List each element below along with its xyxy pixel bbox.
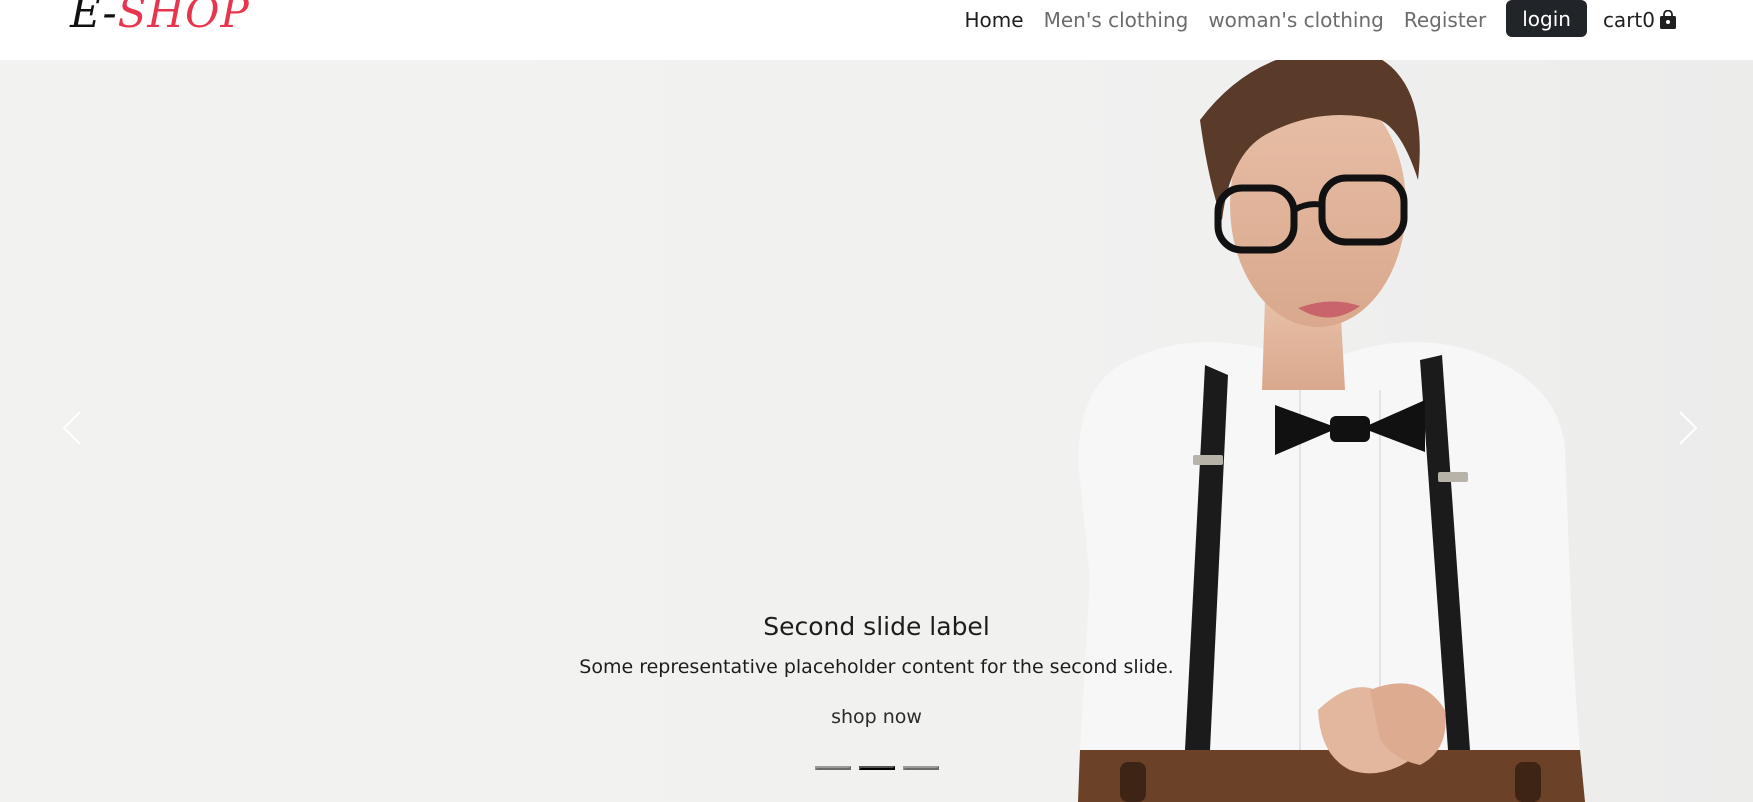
cart-label: cart0 — [1602, 8, 1655, 32]
carousel-prev-button[interactable] — [52, 400, 92, 460]
nav-link-register[interactable]: Register — [1394, 8, 1496, 32]
hero-carousel: Second slide label Some representative p… — [0, 60, 1753, 802]
nav-link-womans-clothing[interactable]: woman's clothing — [1198, 8, 1394, 32]
brand-logo[interactable]: E-SHOP — [70, 0, 250, 38]
cart-link[interactable]: cart0 — [1593, 8, 1677, 32]
shopping-bag-icon — [1659, 10, 1677, 30]
login-button[interactable]: login — [1506, 0, 1587, 37]
brand-logo-e: E- — [70, 0, 118, 37]
nav-link-mens-clothing[interactable]: Men's clothing — [1034, 8, 1199, 32]
carousel-indicator-2[interactable] — [858, 766, 895, 770]
chevron-left-icon — [61, 410, 83, 450]
nav-link-home[interactable]: Home — [955, 8, 1034, 32]
carousel-indicator-1[interactable] — [814, 766, 851, 770]
nav-links: Home Men's clothing woman's clothing Reg… — [955, 0, 1677, 40]
shop-now-button[interactable]: shop now — [817, 700, 936, 734]
brand-logo-shop: SHOP — [117, 0, 250, 37]
chevron-right-icon — [1677, 410, 1699, 450]
carousel-next-button[interactable] — [1668, 400, 1708, 460]
carousel-caption: Second slide label Some representative p… — [0, 610, 1753, 734]
cart-count: 0 — [1642, 8, 1655, 32]
caption-title: Second slide label — [763, 612, 990, 641]
navbar: E-SHOP Home Men's clothing woman's cloth… — [0, 0, 1753, 60]
carousel-indicator-3[interactable] — [902, 766, 939, 770]
caption-text: Some representative placeholder content … — [579, 656, 1174, 678]
carousel-indicators — [0, 766, 1753, 770]
